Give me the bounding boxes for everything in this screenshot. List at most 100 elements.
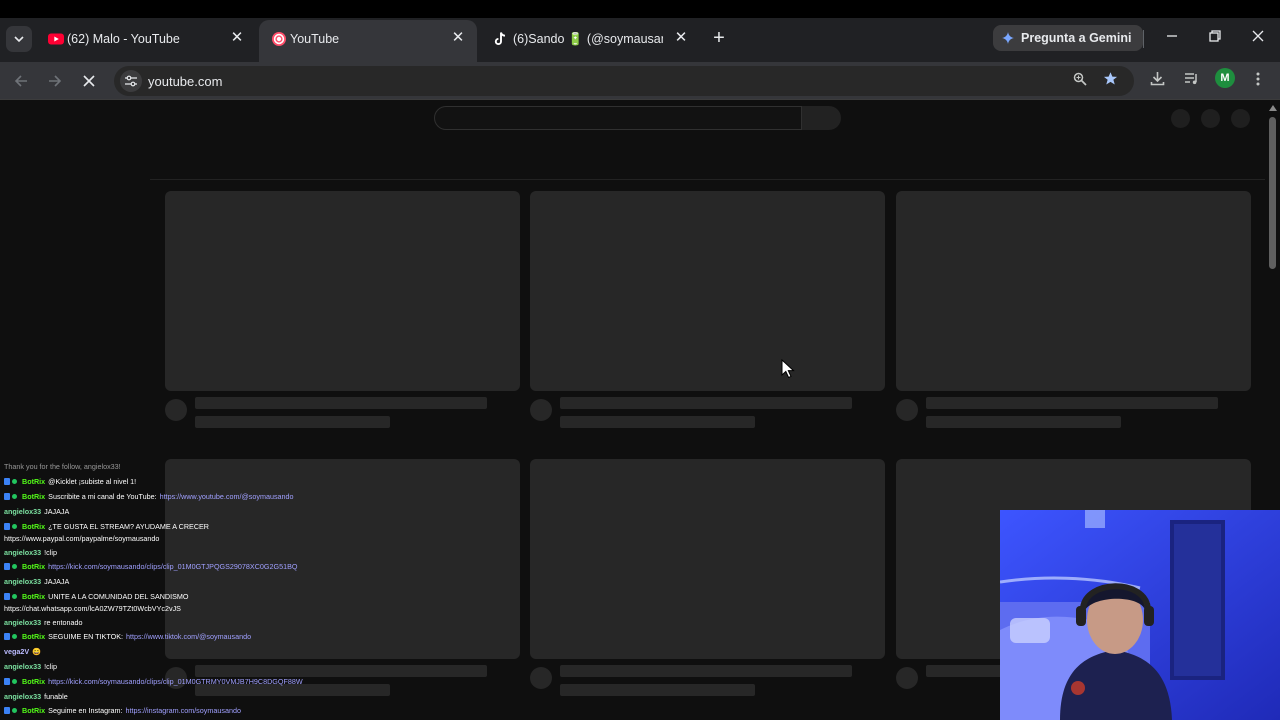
scrollbar-thumb[interactable] <box>1269 117 1276 269</box>
chat-text: !clip <box>44 548 57 557</box>
forward-button[interactable] <box>42 68 68 94</box>
site-info-button[interactable] <box>120 70 142 92</box>
channel-avatar-placeholder <box>896 399 918 421</box>
more-vertical-icon <box>1256 72 1260 86</box>
chat-username[interactable]: angielox33 <box>4 577 41 586</box>
new-tab-button[interactable]: + <box>708 27 730 49</box>
minimize-button[interactable] <box>1161 27 1183 49</box>
chat-username[interactable]: BotRix <box>22 562 45 571</box>
video-title-placeholder <box>926 397 1218 409</box>
star-filled-icon <box>1103 72 1117 85</box>
header-button-placeholder[interactable] <box>1201 109 1220 128</box>
chat-username[interactable]: BotRix <box>22 677 45 686</box>
chat-username[interactable]: BotRix <box>22 632 45 641</box>
restore-icon <box>1209 30 1221 42</box>
downloads-button[interactable] <box>1146 70 1168 92</box>
profile-avatar[interactable]: M <box>1215 68 1235 88</box>
chat-username[interactable]: BotRix <box>22 592 45 601</box>
chat-username[interactable]: angielox33 <box>4 662 41 671</box>
video-thumbnail-placeholder[interactable] <box>165 191 520 391</box>
chat-message: angielox33 funable <box>4 692 68 702</box>
chat-message: angielox33 JAJAJA <box>4 577 69 587</box>
search-button-placeholder[interactable] <box>802 106 841 130</box>
scroll-up-arrow-icon[interactable] <box>1269 105 1277 111</box>
chat-message: angielox33 !clip <box>4 548 57 558</box>
bot-badge-icon <box>4 478 19 488</box>
download-icon <box>1150 72 1164 86</box>
search-input-placeholder[interactable] <box>434 106 802 130</box>
chat-username[interactable]: BotRix <box>22 522 45 531</box>
close-icon <box>83 75 95 87</box>
tab-close-button[interactable]: ✕ <box>672 29 690 47</box>
chat-username[interactable]: angielox33 <box>4 618 41 627</box>
chat-text: Thank you for the follow, angielox33! <box>4 462 121 471</box>
chat-text: JAJAJA <box>44 507 70 516</box>
chat-message: BotRix https://kick.com/soymausando/clips… <box>4 677 303 688</box>
chip-bar-divider <box>150 179 1265 180</box>
chat-username[interactable]: angielox33 <box>4 507 41 516</box>
stream-chat-overlay: Thank you for the follow, angielox33! Bot… <box>0 462 330 720</box>
tab-malo-youtube[interactable]: (62) Malo - YouTube ✕ <box>36 22 256 56</box>
chat-username[interactable]: BotRix <box>22 706 45 715</box>
video-title-placeholder <box>195 397 487 409</box>
chat-link[interactable]: https://www.youtube.com/@soymausando <box>160 492 294 501</box>
tab-title: (6)Sando 🔋 (@soymausando) | <box>513 32 663 46</box>
video-thumbnail-placeholder[interactable] <box>530 459 885 659</box>
chat-message: BotRix ¿TE GUSTA EL STREAM? AYUDAME A CRE… <box>4 522 209 533</box>
youtube-loading-icon <box>272 32 286 46</box>
video-thumbnail-placeholder[interactable] <box>530 191 885 391</box>
close-window-button[interactable] <box>1247 27 1269 49</box>
bot-badge-icon <box>4 493 19 503</box>
tune-icon <box>125 75 137 87</box>
tab-title: YouTube <box>290 32 340 46</box>
address-bar[interactable]: youtube.com <box>114 66 1134 96</box>
tab-tiktok[interactable]: (6)Sando 🔋 (@soymausando) | ✕ <box>480 22 700 56</box>
menu-button[interactable] <box>1247 70 1269 92</box>
header-button-placeholder[interactable] <box>1171 109 1190 128</box>
media-controls-button[interactable] <box>1180 70 1202 92</box>
chat-text: Seguime en Instagram: <box>48 706 123 715</box>
chat-text: https://chat.whatsapp.com/lcA0ZW79TZt0Wc… <box>4 604 181 613</box>
chat-link[interactable]: https://www.tiktok.com/@soymausando <box>126 632 251 641</box>
channel-avatar-placeholder <box>165 399 187 421</box>
bot-badge-icon <box>4 523 19 533</box>
arrow-left-icon <box>14 75 27 87</box>
stop-loading-button[interactable] <box>76 68 102 94</box>
youtube-icon <box>48 33 64 45</box>
chat-text: funable <box>44 692 68 701</box>
chat-link[interactable]: https://kick.com/soymausando/clips/clip_… <box>48 677 302 686</box>
chat-message: https://chat.whatsapp.com/lcA0ZW79TZt0Wc… <box>4 604 181 614</box>
tab-close-button[interactable]: ✕ <box>449 29 467 47</box>
bot-badge-icon <box>4 563 19 573</box>
gemini-button[interactable]: Pregunta a Gemini <box>993 25 1144 51</box>
chat-username[interactable]: BotRix <box>22 492 45 501</box>
tab-close-button[interactable]: ✕ <box>228 29 246 47</box>
header-button-placeholder[interactable] <box>1231 109 1250 128</box>
tab-search-button[interactable] <box>6 26 32 52</box>
bookmark-button[interactable] <box>1100 71 1120 91</box>
chat-message: BotRix https://kick.com/soymausando/clips… <box>4 562 297 573</box>
chat-username[interactable]: vega2V <box>4 647 29 656</box>
chat-username[interactable]: angielox33 <box>4 548 41 557</box>
gemini-label: Pregunta a Gemini <box>1021 31 1132 45</box>
chat-username[interactable]: angielox33 <box>4 692 41 701</box>
zoom-button[interactable] <box>1070 71 1090 91</box>
chat-link[interactable]: https://kick.com/soymausando/clips/clip_… <box>48 562 297 571</box>
chevron-down-icon <box>14 36 24 43</box>
video-thumbnail-placeholder[interactable] <box>896 191 1251 391</box>
chat-message: angielox33 re entonado <box>4 618 83 628</box>
browser-toolbar: youtube.com <box>0 62 1280 100</box>
tab-youtube[interactable]: YouTube ✕ <box>259 20 477 62</box>
back-button[interactable] <box>8 68 34 94</box>
chat-text: UNITE A LA COMUNIDAD DEL SANDISMO <box>48 592 189 601</box>
video-title-placeholder <box>560 397 852 409</box>
bot-badge-icon <box>4 678 19 688</box>
restore-button[interactable] <box>1204 27 1226 49</box>
webcam-overlay <box>1000 510 1280 720</box>
chat-message: angielox33 !clip <box>4 662 57 672</box>
chat-username[interactable]: BotRix <box>22 477 45 486</box>
chat-text: SEGUIME EN TIKTOK: <box>48 632 123 641</box>
url-text: youtube.com <box>148 74 223 89</box>
video-meta-placeholder <box>195 416 390 428</box>
chat-link[interactable]: https://instagram.com/soymausando <box>125 706 240 715</box>
